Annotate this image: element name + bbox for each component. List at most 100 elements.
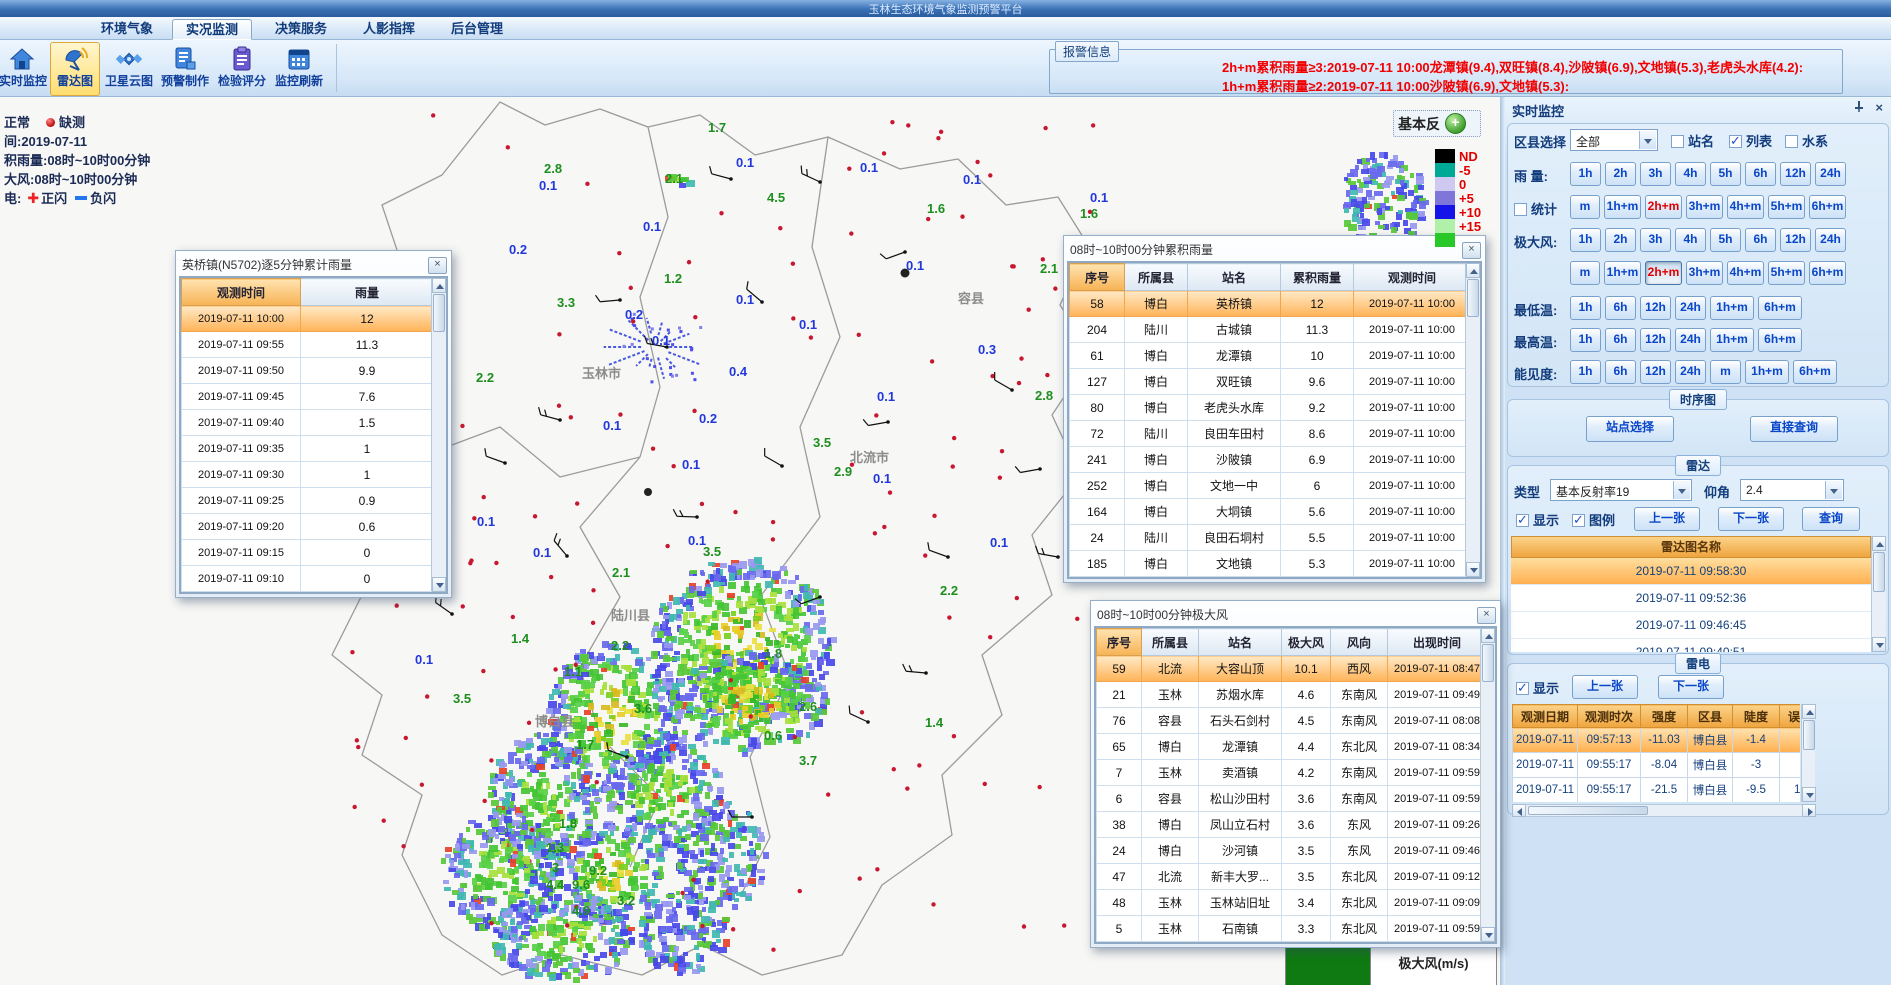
- interval-button-2h+m[interactable]: 2h+m: [1645, 261, 1682, 285]
- interval-button-12h[interactable]: 12h: [1780, 228, 1811, 252]
- interval-button-1h+m[interactable]: 1h+m: [1745, 360, 1789, 384]
- interval-button-6h+m[interactable]: 6h+m: [1758, 328, 1802, 352]
- direct-query-button[interactable]: 直接查询: [1750, 416, 1838, 442]
- column-header[interactable]: 观测时间: [182, 279, 301, 306]
- radar-prev-button[interactable]: 上一张: [1634, 507, 1700, 531]
- interval-button-1h+m[interactable]: 1h+m: [1604, 261, 1641, 285]
- table-row[interactable]: 204陆川古城镇11.32019-07-11 10:00: [1070, 317, 1471, 343]
- checkbox-icon[interactable]: [1572, 514, 1585, 527]
- table-row[interactable]: 2019-07-11 09:401.5: [182, 410, 434, 436]
- interval-button-3h+m[interactable]: 3h+m: [1686, 195, 1723, 219]
- district-select[interactable]: 全部: [1570, 129, 1658, 151]
- lightning-prev-button[interactable]: 上一张: [1572, 675, 1638, 699]
- interval-button-1h[interactable]: 1h: [1570, 360, 1601, 384]
- interval-button-6h+m[interactable]: 6h+m: [1809, 261, 1846, 285]
- radar-list-scrollbar[interactable]: [1871, 536, 1886, 652]
- interval-button-1h[interactable]: 1h: [1570, 228, 1601, 252]
- menu-tab-1[interactable]: 环境气象: [88, 19, 166, 38]
- column-header[interactable]: 观测时间: [1354, 264, 1471, 291]
- radar-list-header[interactable]: 雷达图名称: [1511, 536, 1871, 558]
- table-row[interactable]: 72陆川良田车田村8.62019-07-11 10:00: [1070, 421, 1471, 447]
- table-row[interactable]: 241博白沙陂镇6.92019-07-11 10:00: [1070, 447, 1471, 473]
- checkbox-radar-legend[interactable]: 图例: [1572, 510, 1615, 530]
- column-header[interactable]: 雨量: [301, 279, 434, 306]
- scroll-up-arrow[interactable]: [1466, 263, 1480, 278]
- table-row[interactable]: 2019-07-1109:55:17-21.5博白县-9.511: [1513, 778, 1801, 803]
- table-row[interactable]: 38博白凤山立石村3.6东风2019-07-11 09:26: [1097, 812, 1487, 838]
- menu-tab-3[interactable]: 决策服务: [262, 19, 340, 38]
- table-row[interactable]: 164博白大垌镇5.62019-07-11 10:00: [1070, 499, 1471, 525]
- scroll-up-arrow[interactable]: [1802, 704, 1816, 719]
- interval-button-4h[interactable]: 4h: [1675, 162, 1706, 186]
- table-row[interactable]: 2019-07-11 09:150: [182, 540, 434, 566]
- interval-button-3h+m[interactable]: 3h+m: [1686, 261, 1723, 285]
- menu-tab-5[interactable]: 后台管理: [438, 19, 516, 38]
- menu-tab-4[interactable]: 人影指挥: [350, 19, 428, 38]
- interval-button-12h[interactable]: 12h: [1640, 296, 1671, 320]
- interval-button-m[interactable]: m: [1570, 261, 1600, 285]
- station-select-button[interactable]: 站点选择: [1586, 416, 1674, 442]
- window-scrollbar[interactable]: [1465, 263, 1480, 576]
- interval-button-2h+m[interactable]: 2h+m: [1645, 195, 1682, 219]
- interval-button-m[interactable]: m: [1570, 195, 1600, 219]
- scroll-down-arrow[interactable]: [1466, 562, 1480, 577]
- toolbar-button-4[interactable]: 预警制作: [157, 42, 213, 96]
- table-row[interactable]: 58博白英桥镇122019-07-11 10:00: [1070, 291, 1471, 317]
- table-row[interactable]: 47北流新丰大罗...3.5东北风2019-07-11 09:12: [1097, 864, 1487, 890]
- interval-button-4h+m[interactable]: 4h+m: [1727, 261, 1764, 285]
- dropdown-arrow-button[interactable]: [1639, 131, 1656, 149]
- interval-button-2h[interactable]: 2h: [1605, 228, 1636, 252]
- checkbox-icon[interactable]: [1785, 135, 1798, 148]
- table-row[interactable]: 2019-07-1109:57:13-11.03博白县-1.4: [1513, 728, 1801, 753]
- radar-elev-select[interactable]: 2.4: [1740, 479, 1844, 501]
- interval-button-1h[interactable]: 1h: [1570, 162, 1601, 186]
- interval-button-24h[interactable]: 24h: [1815, 162, 1846, 186]
- scrollbar-thumb[interactable]: [433, 294, 445, 332]
- interval-button-6h[interactable]: 6h: [1745, 228, 1776, 252]
- scrollbar-thumb[interactable]: [1803, 720, 1815, 750]
- column-header[interactable]: 极大风: [1282, 629, 1331, 656]
- radar-list-item[interactable]: 2019-07-11 09:46:45: [1511, 612, 1871, 639]
- interval-button-3h[interactable]: 3h: [1640, 162, 1671, 186]
- scroll-down-arrow[interactable]: [1802, 787, 1816, 802]
- checkbox-icon[interactable]: [1514, 203, 1527, 216]
- table-row[interactable]: 127博白双旺镇9.62019-07-11 10:00: [1070, 369, 1471, 395]
- radar-list-item[interactable]: 2019-07-11 09:52:36: [1511, 585, 1871, 612]
- column-header[interactable]: 所属县: [1142, 629, 1199, 656]
- scroll-down-arrow[interactable]: [1872, 637, 1886, 652]
- scroll-down-arrow[interactable]: [432, 577, 446, 592]
- radar-query-button[interactable]: 查询: [1802, 507, 1860, 531]
- column-header[interactable]: 累积雨量: [1281, 264, 1354, 291]
- interval-button-4h[interactable]: 4h: [1675, 228, 1706, 252]
- scroll-right-arrow[interactable]: [1802, 804, 1816, 817]
- table-row[interactable]: 21玉林苏烟水库4.6东南风2019-07-11 09:49: [1097, 682, 1487, 708]
- column-header[interactable]: 所属县: [1125, 264, 1188, 291]
- toolbar-button-3[interactable]: 卫星云图: [101, 42, 157, 96]
- column-header[interactable]: 出现时间: [1388, 629, 1487, 656]
- interval-button-24h[interactable]: 24h: [1675, 360, 1706, 384]
- column-header[interactable]: 陡度: [1733, 705, 1780, 728]
- interval-button-6h[interactable]: 6h: [1745, 162, 1776, 186]
- interval-button-6h[interactable]: 6h: [1605, 328, 1636, 352]
- column-header[interactable]: 区县: [1688, 705, 1733, 728]
- column-header[interactable]: 强度: [1641, 705, 1688, 728]
- checkbox-icon[interactable]: [1671, 135, 1684, 148]
- interval-button-m[interactable]: m: [1710, 360, 1741, 384]
- table-row[interactable]: 7玉林卖酒镇4.2东南风2019-07-11 09:59: [1097, 760, 1487, 786]
- lightning-hscrollbar[interactable]: [1512, 804, 1815, 817]
- scroll-down-arrow[interactable]: [1481, 927, 1495, 942]
- checkbox-icon[interactable]: [1516, 514, 1529, 527]
- table-row[interactable]: 5玉林石南镇3.3东北风2019-07-11 09:59: [1097, 916, 1487, 942]
- scroll-left-arrow[interactable]: [1512, 804, 1526, 817]
- interval-button-24h[interactable]: 24h: [1675, 296, 1706, 320]
- interval-button-6h+m[interactable]: 6h+m: [1809, 195, 1846, 219]
- scrollbar-thumb[interactable]: [1482, 644, 1494, 682]
- lightning-next-button[interactable]: 下一张: [1658, 675, 1724, 699]
- interval-button-1h+m[interactable]: 1h+m: [1604, 195, 1641, 219]
- scroll-up-arrow[interactable]: [1481, 628, 1495, 643]
- interval-button-2h[interactable]: 2h: [1605, 162, 1636, 186]
- radar-next-button[interactable]: 下一张: [1718, 507, 1784, 531]
- add-circle-icon[interactable]: +: [1445, 113, 1466, 134]
- toolbar-button-5[interactable]: 检验评分: [214, 42, 270, 96]
- table-row[interactable]: 2019-07-11 10:0012: [182, 306, 434, 332]
